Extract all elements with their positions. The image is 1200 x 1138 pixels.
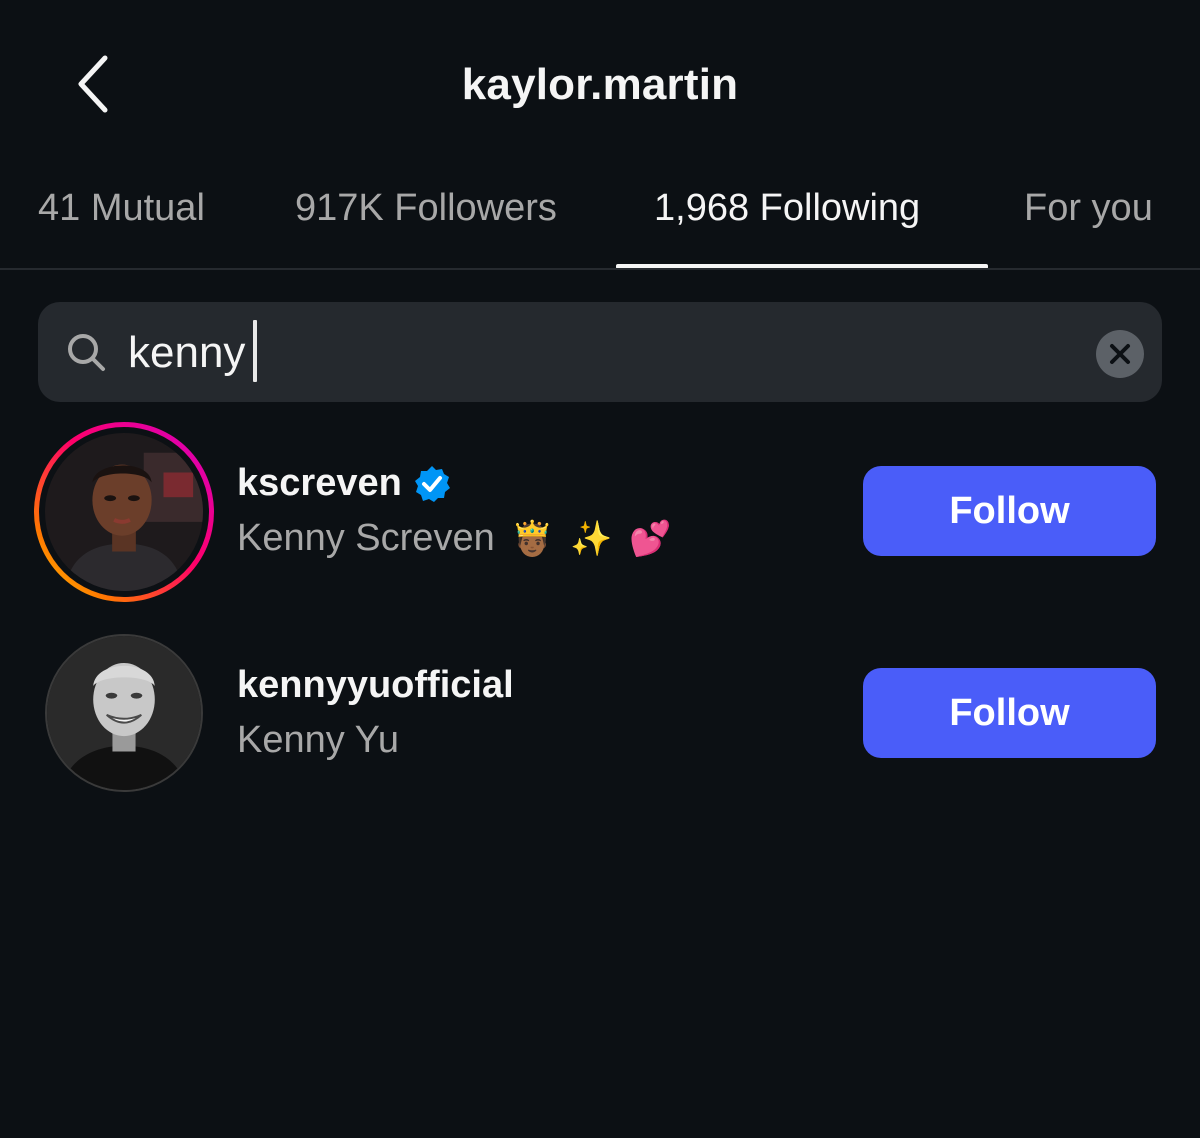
tab-mutual[interactable]: 41 Mutual	[38, 180, 205, 270]
follow-button[interactable]: Follow	[863, 466, 1156, 556]
tab-following[interactable]: 1,968 Following	[654, 180, 920, 270]
tab-bar: 41 Mutual 917K Followers 1,968 Following…	[0, 180, 1200, 270]
tab-for-you[interactable]: For you	[1024, 180, 1153, 270]
tab-followers[interactable]: 917K Followers	[295, 180, 557, 270]
username[interactable]: kennyyuofficial	[237, 664, 514, 707]
verified-badge-icon	[414, 465, 450, 502]
crown-emoji: 🤴🏾	[511, 520, 554, 558]
text-cursor	[253, 320, 257, 382]
avatar	[45, 433, 203, 591]
full-name: Kenny Screven 🤴🏾 ✨ 💕	[237, 517, 671, 560]
story-ring[interactable]	[34, 422, 214, 602]
hearts-emoji: 💕	[629, 520, 672, 558]
search-icon	[68, 334, 105, 371]
page-title: kaylor.martin	[461, 60, 739, 109]
full-name-text: Kenny Screven	[237, 517, 495, 559]
search-input[interactable]	[128, 318, 1028, 388]
follow-button[interactable]: Follow	[863, 668, 1156, 758]
username-text: kennyyuofficial	[237, 664, 514, 706]
clear-icon	[1110, 344, 1130, 364]
clear-search-button[interactable]	[1096, 330, 1144, 378]
username[interactable]: kscreven	[237, 462, 452, 505]
list-item[interactable]: kennyyuofficial Kenny Yu Follow	[0, 622, 1200, 812]
full-name: Kenny Yu	[237, 719, 399, 762]
username-text: kscreven	[237, 462, 402, 504]
full-name-text: Kenny Yu	[237, 719, 400, 761]
avatar[interactable]	[45, 634, 203, 792]
following-screen: kaylor.martin 41 Mutual 917K Followers 1…	[0, 0, 1200, 1138]
list-item[interactable]: kscreven Kenny Screven 🤴🏾 ✨ 💕 Follow	[0, 420, 1200, 610]
sparkles-emoji: ✨	[570, 520, 613, 558]
tabs-divider	[0, 268, 1200, 270]
